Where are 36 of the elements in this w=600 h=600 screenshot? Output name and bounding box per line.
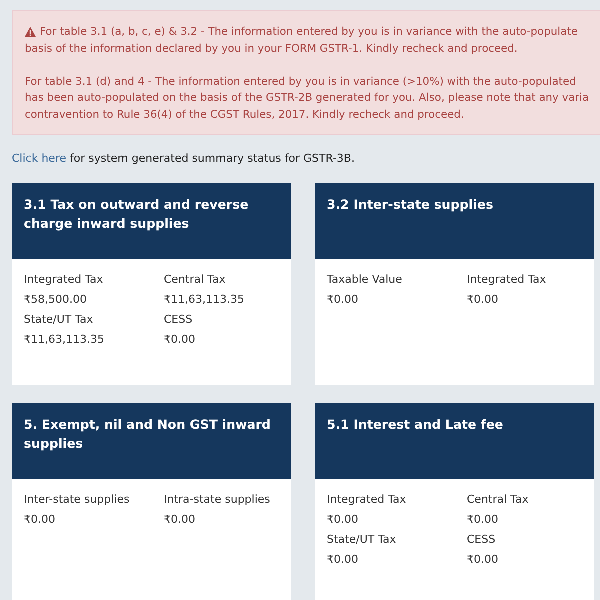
field-value: ₹0.00 <box>164 512 196 528</box>
field-label: CESS <box>164 312 193 328</box>
warning-icon <box>25 27 36 38</box>
card-title: 3.1 Tax on outward and reverse charge inward supplies <box>24 196 250 233</box>
card-title: 5.1 Interest and Late fee <box>327 416 504 434</box>
summary-status-text: Click here for system generated summary status for GSTR-3B. <box>12 151 355 167</box>
field-label: State/UT Tax <box>24 312 94 328</box>
field-label: Integrated Tax <box>24 272 104 288</box>
field-label: Central Tax <box>164 272 226 288</box>
field-label: State/UT Tax <box>327 532 396 548</box>
field-value: ₹0.00 <box>467 292 498 308</box>
alert-text: basis of the information declared by you in your FORM GSTR-1. Kindly recheck and proceed. <box>25 40 518 56</box>
alert-text: contravention to Rule 36(4) of the CGST Rules, 2017. Kindly recheck and proceed. <box>25 106 464 122</box>
field-value: ₹0.00 <box>24 512 56 528</box>
field-label: Integrated Tax <box>327 492 406 508</box>
alert-text: has been auto-populated on the basis of the GSTR-2B generated for you. Also, please note that any varia <box>25 90 590 106</box>
field-label: Central Tax <box>467 492 529 508</box>
card-title: 5. Exempt, nil and Non GST inward supplies <box>24 416 272 453</box>
field-value: ₹0.00 <box>327 552 358 568</box>
field-label: Inter-state supplies <box>24 492 130 508</box>
field-value: ₹0.00 <box>327 292 358 308</box>
field-label: Intra-state supplies <box>164 492 270 508</box>
field-value: ₹11,63,113.35 <box>164 292 244 308</box>
alert-text: For table 3.1 (d) and 4 - The information entered by you is in variance (>10%) with the auto-populated <box>25 74 576 90</box>
field-value: ₹0.00 <box>467 552 498 568</box>
field-label: CESS <box>467 532 496 548</box>
field-value: ₹0.00 <box>467 512 498 528</box>
field-value: ₹11,63,113.35 <box>24 332 104 348</box>
click-here-link[interactable]: Click here <box>12 152 66 165</box>
field-value: ₹0.00 <box>164 332 196 348</box>
field-label: Integrated Tax <box>467 272 546 288</box>
field-label: Taxable Value <box>327 272 402 288</box>
field-value: ₹0.00 <box>327 512 358 528</box>
alert-text: For table 3.1 (a, b, c, e) & 3.2 - The information entered by you is in variance with the auto-populate <box>40 24 578 40</box>
card-title: 3.2 Inter-state supplies <box>327 196 494 214</box>
field-value: ₹58,500.00 <box>24 292 87 308</box>
